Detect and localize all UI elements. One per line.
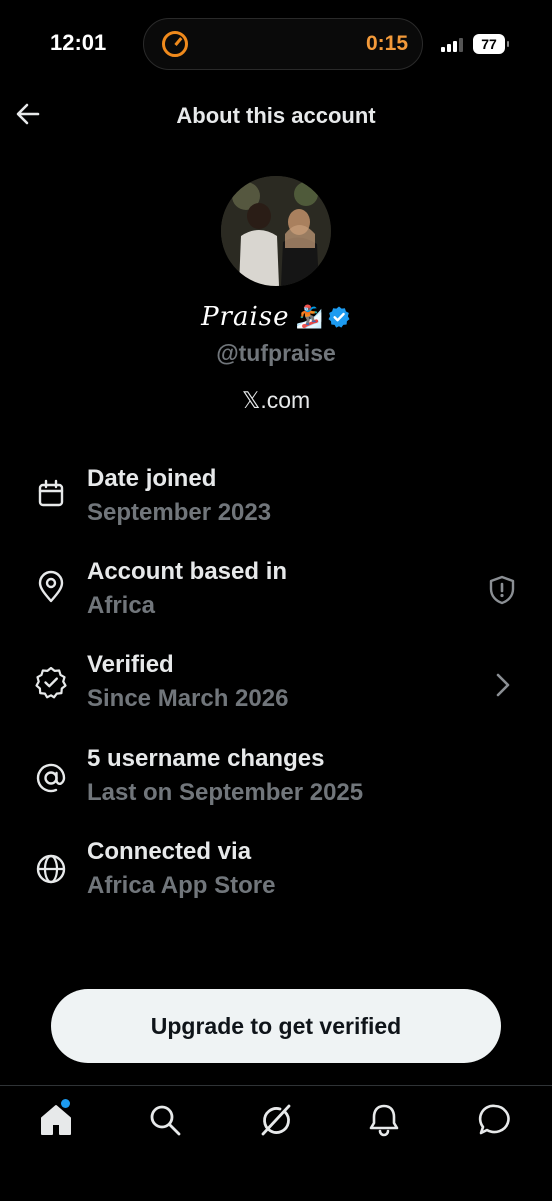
info-title: 5 username changes (87, 745, 325, 772)
location-pin-icon (38, 570, 64, 603)
profile-handle: @tufpraise (216, 340, 336, 366)
dynamic-island[interactable]: 0:15 (143, 18, 423, 70)
info-subtitle: Africa (87, 592, 156, 619)
info-title: Account based in (87, 558, 288, 585)
info-title: Verified (87, 651, 174, 678)
avatar[interactable] (221, 176, 331, 286)
home-icon[interactable] (38, 1102, 74, 1138)
status-bar: 12:01 0:15 77 (0, 0, 552, 90)
info-row-date-joined: Date joined September 2023 (0, 465, 552, 545)
globe-icon (36, 854, 66, 884)
info-title: Connected via (87, 838, 252, 865)
info-subtitle: Last on September 2025 (87, 779, 364, 806)
page-title: About this account (176, 103, 376, 128)
info-subtitle: Since March 2026 (87, 685, 289, 712)
avatar-photo (221, 176, 331, 286)
grok-icon[interactable] (257, 1102, 293, 1138)
page-header: About this account (0, 90, 552, 140)
display-name-row: Praise 🏂 (0, 302, 552, 342)
bell-icon[interactable] (366, 1102, 402, 1138)
info-row-connected-via: Connected via Africa App Store (0, 838, 552, 918)
shield-icon[interactable] (486, 574, 518, 606)
display-name: Praise (201, 302, 290, 332)
home-notification-dot (61, 1099, 70, 1108)
battery-icon: 77 (473, 34, 509, 54)
at-sign-icon (36, 763, 66, 793)
bottom-tab-bar (0, 1085, 552, 1201)
profile-site: 𝕏.com (241, 387, 311, 413)
info-title: Date joined (87, 465, 217, 492)
info-subtitle: September 2023 (87, 499, 272, 526)
timer-value: 0:15 (365, 32, 408, 55)
verified-check-icon (35, 666, 67, 699)
message-icon[interactable] (477, 1102, 513, 1138)
signal-icon (441, 36, 467, 52)
info-subtitle: Africa App Store (87, 872, 276, 899)
search-icon[interactable] (147, 1102, 183, 1138)
calendar-icon (38, 479, 64, 507)
status-time: 12:01 (50, 30, 107, 55)
info-row-account-based-in: Account based in Africa (0, 558, 552, 638)
info-row-username-changes: 5 username changes Last on September 202… (0, 745, 552, 825)
info-row-verified[interactable]: Verified Since March 2026 (0, 651, 552, 731)
timer-icon (162, 31, 188, 57)
upgrade-button[interactable]: Upgrade to get verified (51, 989, 501, 1063)
snowboarder-emoji: 🏂 (295, 304, 323, 329)
verified-badge-icon (328, 306, 350, 328)
chevron-right-icon (496, 673, 510, 697)
